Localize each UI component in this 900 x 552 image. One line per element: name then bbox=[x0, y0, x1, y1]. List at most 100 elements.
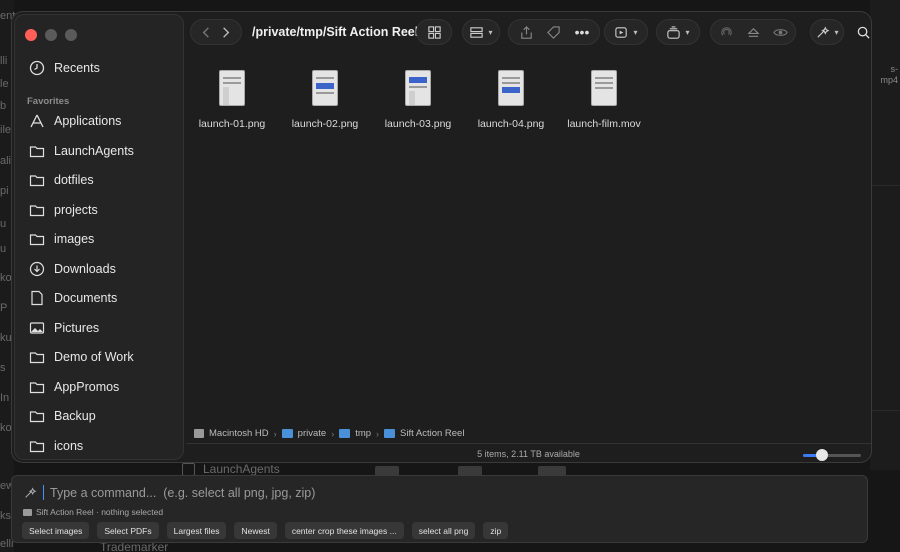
view-mode-button[interactable] bbox=[416, 19, 452, 45]
quick-action-button[interactable]: ▾ bbox=[604, 19, 648, 45]
document-icon bbox=[29, 290, 45, 306]
sidebar-item-applications[interactable]: Applications bbox=[29, 110, 121, 132]
background-label: ku bbox=[0, 332, 12, 344]
sidebar-item-launchagents[interactable]: LaunchAgents bbox=[29, 140, 134, 162]
sidebar-item-label: Applications bbox=[54, 114, 122, 128]
sidebar-item-label: Downloads bbox=[54, 261, 116, 276]
thumbnail-detail bbox=[502, 77, 520, 79]
close-button[interactable] bbox=[25, 29, 37, 41]
group-by-button[interactable]: ▾ bbox=[462, 19, 500, 45]
file-item[interactable]: launch-02.png bbox=[282, 70, 368, 130]
file-name: launch-02.png bbox=[291, 118, 359, 130]
sidebar-item-recents[interactable]: Recents bbox=[29, 57, 100, 79]
grid-icon bbox=[427, 25, 441, 39]
thumbnail-detail bbox=[409, 77, 427, 83]
sidebar-item-label: Backup bbox=[54, 409, 96, 423]
favorites-heading: Favorites bbox=[27, 96, 70, 107]
suggestion-chip[interactable]: Largest files bbox=[166, 522, 227, 539]
thumbnail-detail bbox=[223, 77, 241, 79]
suggestion-chip[interactable]: select all png bbox=[411, 522, 476, 539]
slider-knob[interactable] bbox=[815, 449, 828, 461]
icon-size-slider[interactable] bbox=[803, 449, 861, 461]
file-item[interactable]: launch-film.mov bbox=[561, 70, 647, 130]
eye-icon[interactable] bbox=[772, 25, 788, 40]
apps-menu-button[interactable]: ▾ bbox=[656, 19, 700, 45]
sidebar-item-downloads[interactable]: Downloads bbox=[29, 258, 116, 280]
folder-icon bbox=[23, 508, 32, 516]
background-label: In bbox=[0, 392, 10, 404]
background-right-text: s- mp4 bbox=[880, 64, 898, 86]
airdrop-icon[interactable] bbox=[719, 25, 734, 40]
path-bar: Macintosh HD › private › tmp › Sift Acti… bbox=[194, 428, 464, 439]
clock-icon bbox=[29, 60, 45, 76]
image-thumbnail bbox=[498, 70, 524, 106]
share-tag-more-group: ••• bbox=[508, 19, 600, 45]
background-right-line-2: mp4 bbox=[880, 75, 898, 85]
sidebar-item-label: icons bbox=[54, 438, 84, 453]
file-name: launch-04.png bbox=[477, 118, 545, 130]
sidebar-item-backup[interactable]: Backup bbox=[29, 405, 96, 427]
background-label: u bbox=[0, 243, 7, 255]
thumbnail-detail bbox=[316, 83, 334, 89]
background-label: b bbox=[0, 100, 7, 112]
suggestion-chip[interactable]: zip bbox=[483, 522, 509, 539]
suggestion-chip[interactable]: Select PDFs bbox=[97, 522, 159, 539]
background-divider bbox=[870, 410, 900, 411]
text-caret bbox=[43, 485, 44, 500]
suggestion-chip[interactable]: Select images bbox=[22, 522, 90, 539]
file-item[interactable]: launch-04.png bbox=[468, 70, 554, 130]
search-button[interactable] bbox=[850, 19, 871, 45]
minimize-button[interactable] bbox=[45, 29, 57, 41]
command-row bbox=[23, 485, 450, 500]
chevron-down-icon: ▾ bbox=[685, 27, 690, 37]
image-thumbnail bbox=[219, 70, 245, 106]
thumbnail-detail bbox=[316, 92, 334, 94]
sidebar-item-pictures[interactable]: Pictures bbox=[29, 317, 99, 339]
chevron-right-icon: › bbox=[331, 428, 335, 439]
background-label: s bbox=[0, 362, 6, 374]
sift-magic-button[interactable]: ▾ bbox=[810, 19, 844, 45]
path-segment[interactable]: private bbox=[298, 428, 327, 439]
toolbar: /private/tmp/Sift Action Reel ▾ ••• ▾ ▾ bbox=[190, 18, 870, 48]
finder-window: Recents Favorites Applications LaunchAgen… bbox=[11, 11, 872, 463]
command-input[interactable] bbox=[50, 485, 450, 500]
tag-icon[interactable] bbox=[546, 25, 561, 40]
magic-wand-icon bbox=[25, 486, 37, 498]
sidebar-item-apppromos[interactable]: AppPromos bbox=[29, 376, 119, 398]
path-segment[interactable]: Macintosh HD bbox=[209, 428, 269, 439]
file-item[interactable]: launch-03.png bbox=[375, 70, 461, 130]
sidebar-item-demo-of-work[interactable]: Demo of Work bbox=[29, 346, 134, 368]
sidebar-item-label: AppPromos bbox=[54, 379, 120, 394]
chevron-down-icon: ▾ bbox=[488, 27, 493, 37]
stack-icon bbox=[667, 25, 681, 39]
path-segment[interactable]: Sift Action Reel bbox=[400, 428, 464, 439]
sidebar-item-images[interactable]: images bbox=[29, 228, 94, 250]
path-segment[interactable]: tmp bbox=[355, 428, 371, 439]
thumbnail-detail bbox=[223, 87, 229, 105]
sidebar-item-dotfiles[interactable]: dotfiles bbox=[29, 169, 94, 191]
suggestion-chip[interactable]: Newest bbox=[234, 522, 277, 539]
sidebar-item-icons[interactable]: icons bbox=[29, 435, 83, 457]
folder-icon bbox=[29, 408, 45, 424]
command-panel: Sift Action Reel · nothing selected Sele… bbox=[11, 475, 868, 543]
sidebar-item-projects[interactable]: projects bbox=[29, 199, 98, 221]
file-item[interactable]: launch-01.png bbox=[189, 70, 275, 130]
zoom-button[interactable] bbox=[65, 29, 77, 41]
eject-icon[interactable] bbox=[746, 25, 761, 40]
file-name: launch-01.png bbox=[198, 118, 266, 130]
suggestion-chip[interactable]: center crop these images ... bbox=[284, 522, 404, 539]
file-name: launch-03.png bbox=[384, 118, 452, 130]
sidebar-item-label: images bbox=[54, 232, 95, 246]
share-icon[interactable] bbox=[519, 25, 534, 40]
folder-icon bbox=[29, 172, 45, 188]
chevron-left-icon[interactable] bbox=[199, 25, 214, 40]
chevron-right-icon: › bbox=[273, 428, 277, 439]
background-label: P bbox=[0, 302, 8, 314]
sidebar-item-documents[interactable]: Documents bbox=[29, 287, 117, 309]
chevron-down-icon: ▾ bbox=[834, 27, 839, 37]
sidebar: Recents Favorites Applications LaunchAgen… bbox=[14, 14, 184, 460]
more-icon[interactable]: ••• bbox=[575, 24, 590, 40]
chevron-right-icon[interactable] bbox=[218, 25, 233, 40]
thumbnail-detail bbox=[502, 82, 520, 84]
downloads-icon bbox=[29, 261, 45, 277]
